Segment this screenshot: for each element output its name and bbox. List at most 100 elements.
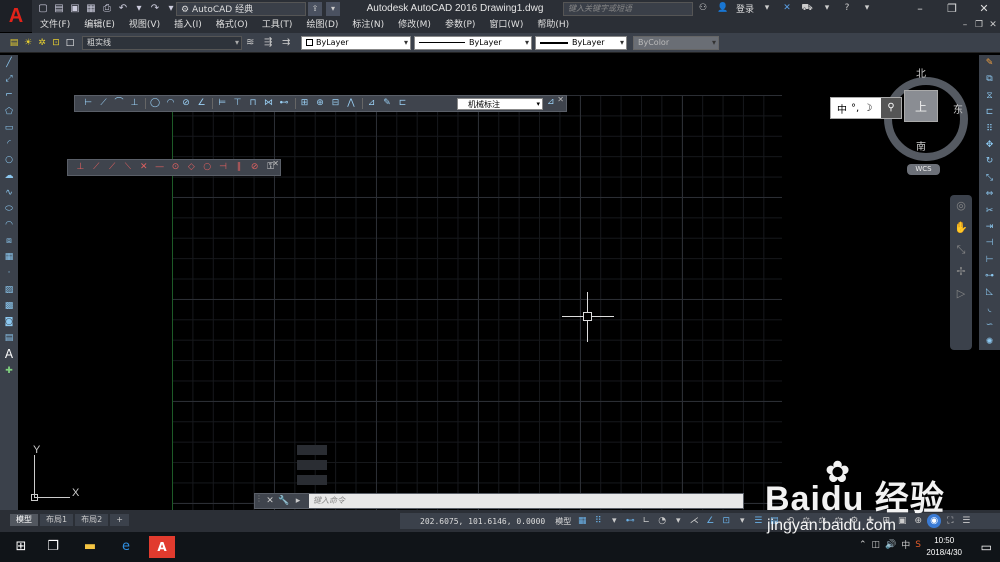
dimstyle-dropdown[interactable]: 机械标注 xyxy=(457,98,543,110)
region-icon[interactable]: ◙ xyxy=(0,314,18,330)
tolerance-icon[interactable]: ⊞ xyxy=(298,97,312,110)
ime-toolbar[interactable]: 中 °, ☽ ⚲ xyxy=(830,97,902,119)
diameter-icon[interactable]: ⊘ xyxy=(179,97,193,110)
menu-parametric[interactable]: 参数(P) xyxy=(438,18,482,33)
autocad-taskbar-icon[interactable]: A xyxy=(149,536,175,558)
ellipse-icon[interactable]: ⬭ xyxy=(0,201,18,217)
ellipse-arc-icon[interactable]: ◠ xyxy=(0,217,18,233)
snap-none-icon[interactable]: ⊘ xyxy=(248,161,261,174)
ordinate-icon[interactable]: ⊥ xyxy=(128,97,142,110)
add-selected-icon[interactable]: ✚ xyxy=(0,363,18,379)
scale-icon[interactable]: ⤡ xyxy=(979,170,1000,186)
polar-icon[interactable]: ◔ xyxy=(655,514,669,528)
lineweight-icon[interactable]: ☰ xyxy=(751,514,765,528)
menu-file[interactable]: 文件(F) xyxy=(32,18,77,33)
move-icon[interactable]: ✥ xyxy=(979,137,1000,153)
dim-text-edit-icon[interactable]: ✎ xyxy=(380,97,394,110)
redo-icon[interactable]: ↷ xyxy=(148,2,162,16)
dim-toolbar-close-icon[interactable]: ✕ xyxy=(557,95,564,104)
dimstyle-manager-icon[interactable]: ⊿ xyxy=(547,97,555,107)
viewcube-top-face[interactable]: 上 xyxy=(904,90,938,122)
menu-view[interactable]: 视图(V) xyxy=(122,18,167,33)
orbit-icon[interactable]: ✢ xyxy=(950,261,972,283)
snap-intersection-icon[interactable]: ✕ xyxy=(137,161,150,174)
stretch-icon[interactable]: ⇔ xyxy=(979,186,1000,202)
doc-restore-icon[interactable]: ❐ xyxy=(972,18,986,33)
snap-quadrant-icon[interactable]: ◇ xyxy=(185,161,198,174)
cmdline-prompt-icon[interactable]: ▸ xyxy=(291,494,305,508)
snap-midpoint-icon[interactable]: ⟍ xyxy=(122,161,135,174)
tray-ime[interactable]: 中 xyxy=(901,538,910,551)
polyline-icon[interactable]: ⌐ xyxy=(0,87,18,103)
autocad-logo-icon[interactable]: A xyxy=(0,0,32,32)
new-file-icon[interactable]: ▢ xyxy=(36,2,50,16)
close-icon[interactable]: ✕ xyxy=(968,0,1000,18)
mirror-icon[interactable]: ⧖ xyxy=(979,88,1000,104)
ortho-icon[interactable]: ∟ xyxy=(639,514,653,528)
a360-icon[interactable]: ⛟ xyxy=(800,1,814,15)
undo-dropdown-icon[interactable]: ▾ xyxy=(132,2,146,16)
workspace-selector[interactable]: ⚙ AutoCAD 经典 xyxy=(176,2,306,16)
showmotion-icon[interactable]: ▷ xyxy=(950,283,972,305)
system-clock[interactable]: 10:50 2018/4/30 xyxy=(926,535,962,559)
login-button[interactable]: 登录 xyxy=(736,2,754,15)
temp-track-icon[interactable]: ⊥ xyxy=(74,161,87,174)
command-input[interactable]: 键入命令 xyxy=(309,494,743,508)
lineweight-dropdown[interactable]: ByLayer xyxy=(535,36,627,50)
trim-icon[interactable]: ✂ xyxy=(979,203,1000,219)
notification-icon[interactable]: ▭ xyxy=(981,540,992,554)
linetype-dropdown[interactable]: ByLayer xyxy=(414,36,532,50)
otrack-icon[interactable]: ∠ xyxy=(703,514,717,528)
save-as-icon[interactable]: ▦ xyxy=(84,2,98,16)
doc-minimize-icon[interactable]: – xyxy=(958,18,972,33)
join-icon[interactable]: ⊶ xyxy=(979,268,1000,284)
zoom-extents-icon[interactable]: ⤡ xyxy=(950,239,972,261)
break-at-point-icon[interactable]: ⊣ xyxy=(979,235,1000,251)
polygon-icon[interactable]: ⬠ xyxy=(0,104,18,120)
dim-space-icon[interactable]: ⋈ xyxy=(262,97,276,110)
linear-dim-icon[interactable]: ⊢ xyxy=(81,97,95,110)
cmdline-settings-icon[interactable]: 🔧 xyxy=(277,494,291,508)
extend-icon[interactable]: ⇥ xyxy=(979,219,1000,235)
menu-draw[interactable]: 绘图(D) xyxy=(299,18,345,33)
exchange-icon[interactable]: ✕ xyxy=(780,1,794,15)
make-block-icon[interactable]: ▦ xyxy=(0,249,18,265)
coordinates-display[interactable]: 202.6075, 101.6146, 0.0000 xyxy=(400,517,551,526)
osnap-dropdown-icon[interactable]: ▾ xyxy=(735,514,749,528)
menu-window[interactable]: 窗口(W) xyxy=(482,18,530,33)
polar-dropdown-icon[interactable]: ▾ xyxy=(671,514,685,528)
layer-previous-icon[interactable]: ⇶ xyxy=(264,37,272,48)
revcloud-icon[interactable]: ☁ xyxy=(0,168,18,184)
layer-dropdown[interactable]: 粗实线 xyxy=(82,36,242,50)
table-icon[interactable]: ▤ xyxy=(0,330,18,346)
layer-manager-icon[interactable]: ▤ xyxy=(8,36,20,50)
copy-icon[interactable]: ⧉ xyxy=(979,71,1000,87)
snap-dropdown-icon[interactable]: ▾ xyxy=(607,514,621,528)
help-dropdown-icon[interactable]: ▾ xyxy=(860,1,874,15)
search-input[interactable]: 键入关键字或短语 xyxy=(563,2,693,16)
viewcube-south[interactable]: 南 xyxy=(916,138,926,153)
chamfer-icon[interactable]: ◺ xyxy=(979,284,1000,300)
menu-format[interactable]: 格式(O) xyxy=(209,18,255,33)
fillet-icon[interactable]: ◟ xyxy=(979,301,1000,317)
angular-icon[interactable]: ∠ xyxy=(195,97,209,110)
gradient-icon[interactable]: ▩ xyxy=(0,298,18,314)
snap-tangent-icon[interactable]: ○ xyxy=(201,161,214,174)
dim-update-icon[interactable]: ⊏ xyxy=(396,97,410,110)
model-space-button[interactable]: 模型 xyxy=(551,516,575,527)
pan-icon[interactable]: ✋ xyxy=(950,217,972,239)
menu-tools[interactable]: 工具(T) xyxy=(255,18,300,33)
baseline-icon[interactable]: ⊤ xyxy=(231,97,245,110)
arc-icon[interactable]: ◜ xyxy=(0,136,18,152)
color-dropdown[interactable]: ByLayer xyxy=(301,36,411,50)
aligned-dim-icon[interactable]: ⟋ xyxy=(97,97,111,110)
steering-wheel-icon[interactable]: ◎ xyxy=(950,195,972,217)
tab-model[interactable]: 模型 xyxy=(10,514,38,526)
dim-break-icon[interactable]: ⊷ xyxy=(277,97,291,110)
quick-dim-icon[interactable]: ⊨ xyxy=(215,97,229,110)
cmdline-grip[interactable]: ⋮ xyxy=(255,494,263,508)
snap-from-icon[interactable]: ⟋ xyxy=(90,161,103,174)
insert-block-icon[interactable]: ⧈ xyxy=(0,233,18,249)
construction-line-icon[interactable]: ⤢ xyxy=(0,71,18,87)
network-icon[interactable]: ◫ xyxy=(872,540,881,550)
